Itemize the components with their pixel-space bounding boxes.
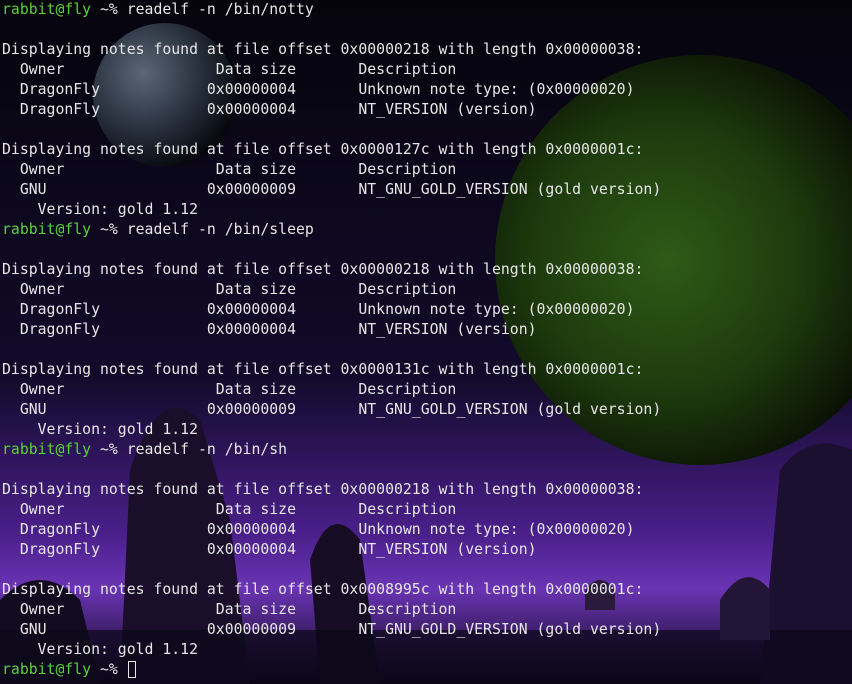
output-line: DragonFly 0x00000004 Unknown note type: … xyxy=(2,521,635,538)
command-text: readelf -n /bin/sh xyxy=(126,441,288,458)
output-line: DragonFly 0x00000004 NT_VERSION (version… xyxy=(2,101,537,118)
output-line: DragonFly 0x00000004 NT_VERSION (version… xyxy=(2,321,537,338)
output-line: Displaying notes found at file offset 0x… xyxy=(2,481,644,498)
text-cursor[interactable] xyxy=(127,661,136,678)
output-line: GNU 0x00000009 NT_GNU_GOLD_VERSION (gold… xyxy=(2,181,662,198)
shell-prompt-line: rabbit@fly ~% readelf -n /bin/sh xyxy=(0,440,852,460)
output-line: Owner Data size Description xyxy=(2,281,457,298)
prompt-user-host: rabbit@fly xyxy=(2,441,92,458)
output-line: DragonFly 0x00000004 NT_VERSION (version… xyxy=(2,541,537,558)
command-text: readelf -n /bin/notty xyxy=(126,1,314,18)
prompt-user-host: rabbit@fly xyxy=(2,221,92,238)
output-line: Version: gold 1.12 xyxy=(2,641,198,658)
output-line: Version: gold 1.12 xyxy=(2,201,198,218)
shell-prompt-line: rabbit@fly ~% readelf -n /bin/notty xyxy=(0,0,852,20)
output-line: Owner Data size Description xyxy=(2,381,457,398)
output-line: Owner Data size Description xyxy=(2,501,457,518)
prompt-path-symbol: ~% xyxy=(91,661,127,678)
command-text: readelf -n /bin/sleep xyxy=(126,221,314,238)
shell-prompt-line: rabbit@fly ~% xyxy=(0,660,852,680)
output-line: GNU 0x00000009 NT_GNU_GOLD_VERSION (gold… xyxy=(2,401,662,418)
output-line: Owner Data size Description xyxy=(2,61,457,78)
prompt-path-symbol: ~% xyxy=(91,1,127,18)
output-line: Displaying notes found at file offset 0x… xyxy=(2,41,644,58)
prompt-user-host: rabbit@fly xyxy=(2,661,92,678)
prompt-path-symbol: ~% xyxy=(91,221,127,238)
terminal-output[interactable]: rabbit@fly ~% readelf -n /bin/notty Displ… xyxy=(0,0,852,684)
output-line: Displaying notes found at file offset 0x… xyxy=(2,581,644,598)
output-line: Displaying notes found at file offset 0x… xyxy=(2,141,644,158)
output-line: Displaying notes found at file offset 0x… xyxy=(2,361,644,378)
output-line: Displaying notes found at file offset 0x… xyxy=(2,261,644,278)
output-line: DragonFly 0x00000004 Unknown note type: … xyxy=(2,81,635,98)
output-line: GNU 0x00000009 NT_GNU_GOLD_VERSION (gold… xyxy=(2,621,662,638)
output-line: Owner Data size Description xyxy=(2,161,457,178)
output-line: Version: gold 1.12 xyxy=(2,421,198,438)
prompt-user-host: rabbit@fly xyxy=(2,1,92,18)
prompt-path-symbol: ~% xyxy=(91,441,127,458)
shell-prompt-line: rabbit@fly ~% readelf -n /bin/sleep xyxy=(0,220,852,240)
output-line: DragonFly 0x00000004 Unknown note type: … xyxy=(2,301,635,318)
output-line: Owner Data size Description xyxy=(2,601,457,618)
